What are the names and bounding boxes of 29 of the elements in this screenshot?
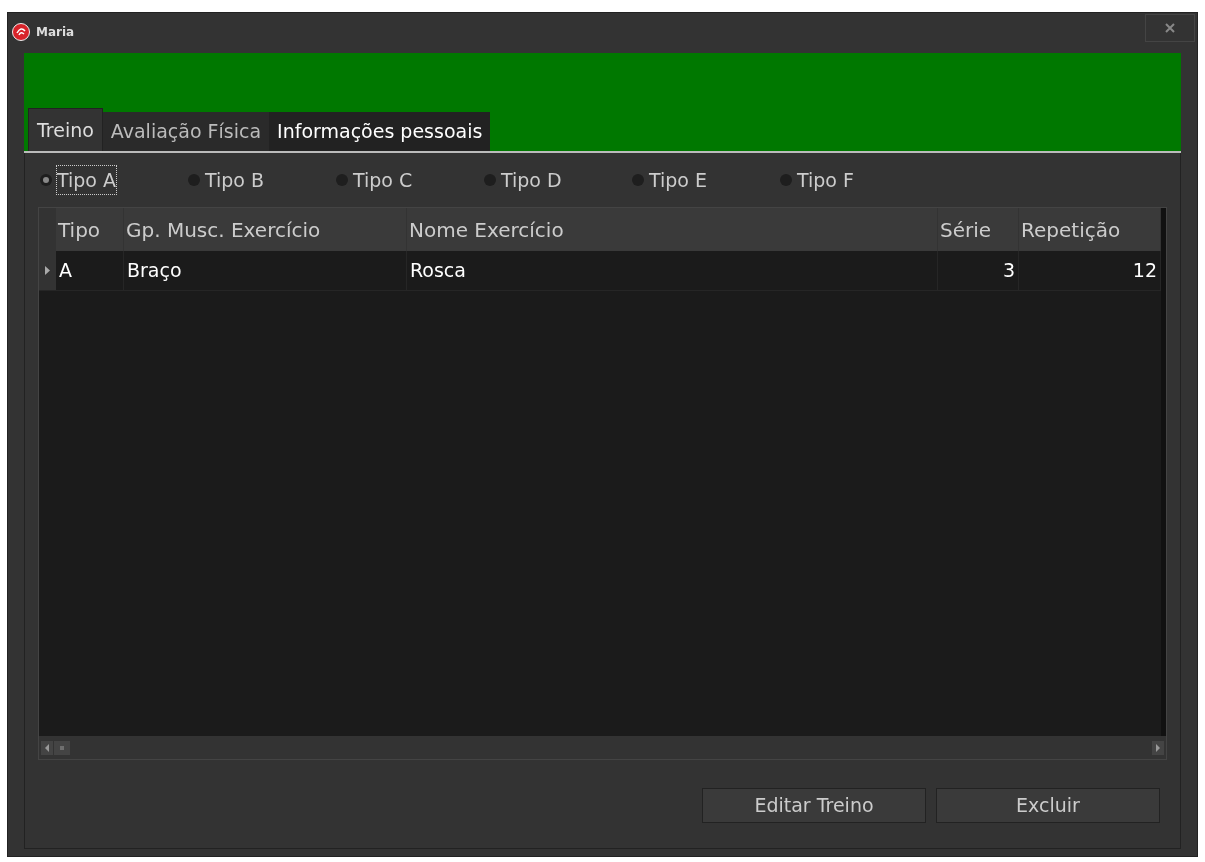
scroll-left-icon xyxy=(41,740,53,755)
tab[interactable]: Avaliação Física xyxy=(102,112,270,151)
column-header[interactable]: Série xyxy=(938,208,1019,251)
table-cell: Braço xyxy=(124,251,407,290)
table-cell: 3 xyxy=(938,251,1019,290)
radio-option[interactable]: Tipo D xyxy=(484,165,632,195)
table-cell: A xyxy=(56,251,124,290)
radio-option[interactable]: Tipo B xyxy=(188,165,336,195)
tab[interactable]: Informações pessoais xyxy=(269,112,491,151)
scroll-thumb-icon xyxy=(54,740,70,755)
table-cell: Rosca xyxy=(407,251,938,290)
scroll-right-icon xyxy=(1152,740,1164,755)
app-logo-icon xyxy=(12,23,30,41)
radio-option[interactable]: Tipo F xyxy=(780,165,928,195)
action-button[interactable]: Excluir xyxy=(936,788,1160,823)
window-title: Maria xyxy=(36,24,75,41)
current-row-icon xyxy=(45,266,50,275)
column-header[interactable]: Tipo xyxy=(56,208,124,251)
radio-option[interactable]: Tipo C xyxy=(336,165,484,195)
radio-option[interactable]: Tipo A xyxy=(40,165,188,195)
close-button[interactable] xyxy=(1145,14,1195,42)
tab[interactable]: Treino xyxy=(28,108,103,151)
column-header[interactable]: Gp. Musc. Exercício xyxy=(124,208,407,251)
horizontal-scrollbar[interactable] xyxy=(39,736,1166,759)
action-button[interactable]: Editar Treino xyxy=(702,788,926,823)
close-icon xyxy=(1165,23,1175,33)
radio-option[interactable]: Tipo E xyxy=(632,165,780,195)
row-header[interactable] xyxy=(39,251,56,290)
column-header[interactable]: Nome Exercício xyxy=(407,208,938,251)
